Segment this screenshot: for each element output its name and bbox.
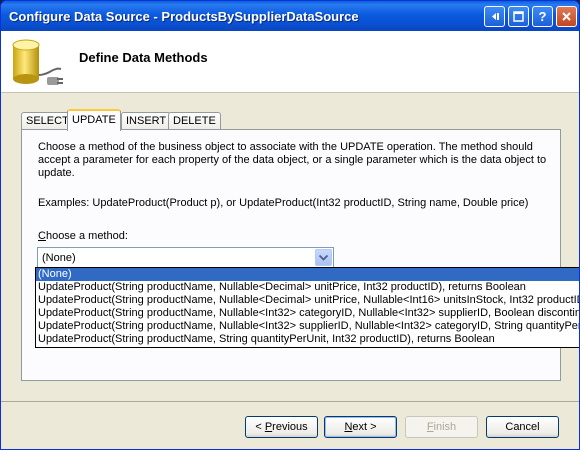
tab-label: SELECT	[26, 115, 69, 127]
method-select-value: (None)	[42, 252, 76, 264]
method-option[interactable]: UpdateProduct(String productName, Nullab…	[36, 320, 579, 333]
method-option[interactable]: (None)	[36, 268, 579, 281]
window-title: Configure Data Source - ProductsBySuppli…	[9, 9, 359, 24]
method-dropdown-list[interactable]: (None) UpdateProduct(String productName,…	[35, 267, 579, 348]
previous-button[interactable]: < Previous	[245, 416, 318, 438]
method-examples: Examples: UpdateProduct(Product p), or U…	[38, 197, 529, 209]
help-icon[interactable]: ?	[532, 6, 553, 27]
choose-method-label: Choose a method:	[38, 230, 128, 242]
tab-label: INSERT	[126, 115, 167, 127]
tab-label: DELETE	[173, 115, 216, 127]
previous-accesskey: P	[264, 421, 273, 433]
method-option[interactable]: UpdateProduct(String productName, Nullab…	[36, 307, 579, 320]
method-select[interactable]: (None)	[37, 247, 334, 268]
chevron-down-icon[interactable]	[315, 249, 332, 266]
tab-delete[interactable]: DELETE	[168, 112, 221, 130]
method-option[interactable]: UpdateProduct(String productName, String…	[36, 333, 579, 346]
title-bar[interactable]: Configure Data Source - ProductsBySuppli…	[1, 1, 579, 31]
next-rest: ext >	[352, 421, 377, 433]
tab-label: UPDATE	[72, 114, 116, 126]
method-option[interactable]: UpdateProduct(String productName, Nullab…	[36, 281, 579, 294]
maximize-icon[interactable]	[508, 6, 529, 27]
close-icon[interactable]	[556, 6, 577, 27]
accesskey: C	[38, 230, 46, 242]
finish-accesskey: F	[426, 421, 434, 433]
method-description: Choose a method of the business object t…	[38, 141, 547, 179]
page-title: Define Data Methods	[79, 50, 208, 65]
dialog-window: Configure Data Source - ProductsBySuppli…	[0, 0, 580, 450]
next-button[interactable]: Next >	[324, 416, 397, 438]
tab-select[interactable]: SELECT	[21, 112, 74, 130]
finish-button[interactable]: Finish	[405, 416, 478, 438]
cancel-label: Cancel	[505, 421, 540, 433]
next-accesskey: N	[344, 421, 353, 433]
wizard-header: Define Data Methods	[1, 31, 579, 93]
previous-prefix: <	[255, 421, 265, 433]
choose-method-label-rest: hoose a method:	[45, 230, 128, 242]
tab-insert[interactable]: INSERT	[121, 112, 172, 130]
method-option[interactable]: UpdateProduct(String productName, Nullab…	[36, 294, 579, 307]
footer-divider	[1, 401, 579, 402]
tab-update[interactable]: UPDATE	[67, 109, 121, 131]
finish-rest: inish	[433, 421, 457, 433]
restore-icon[interactable]	[484, 6, 505, 27]
database-plug-icon	[9, 37, 69, 91]
cancel-button[interactable]: Cancel	[486, 416, 559, 438]
previous-rest: revious	[272, 421, 308, 433]
